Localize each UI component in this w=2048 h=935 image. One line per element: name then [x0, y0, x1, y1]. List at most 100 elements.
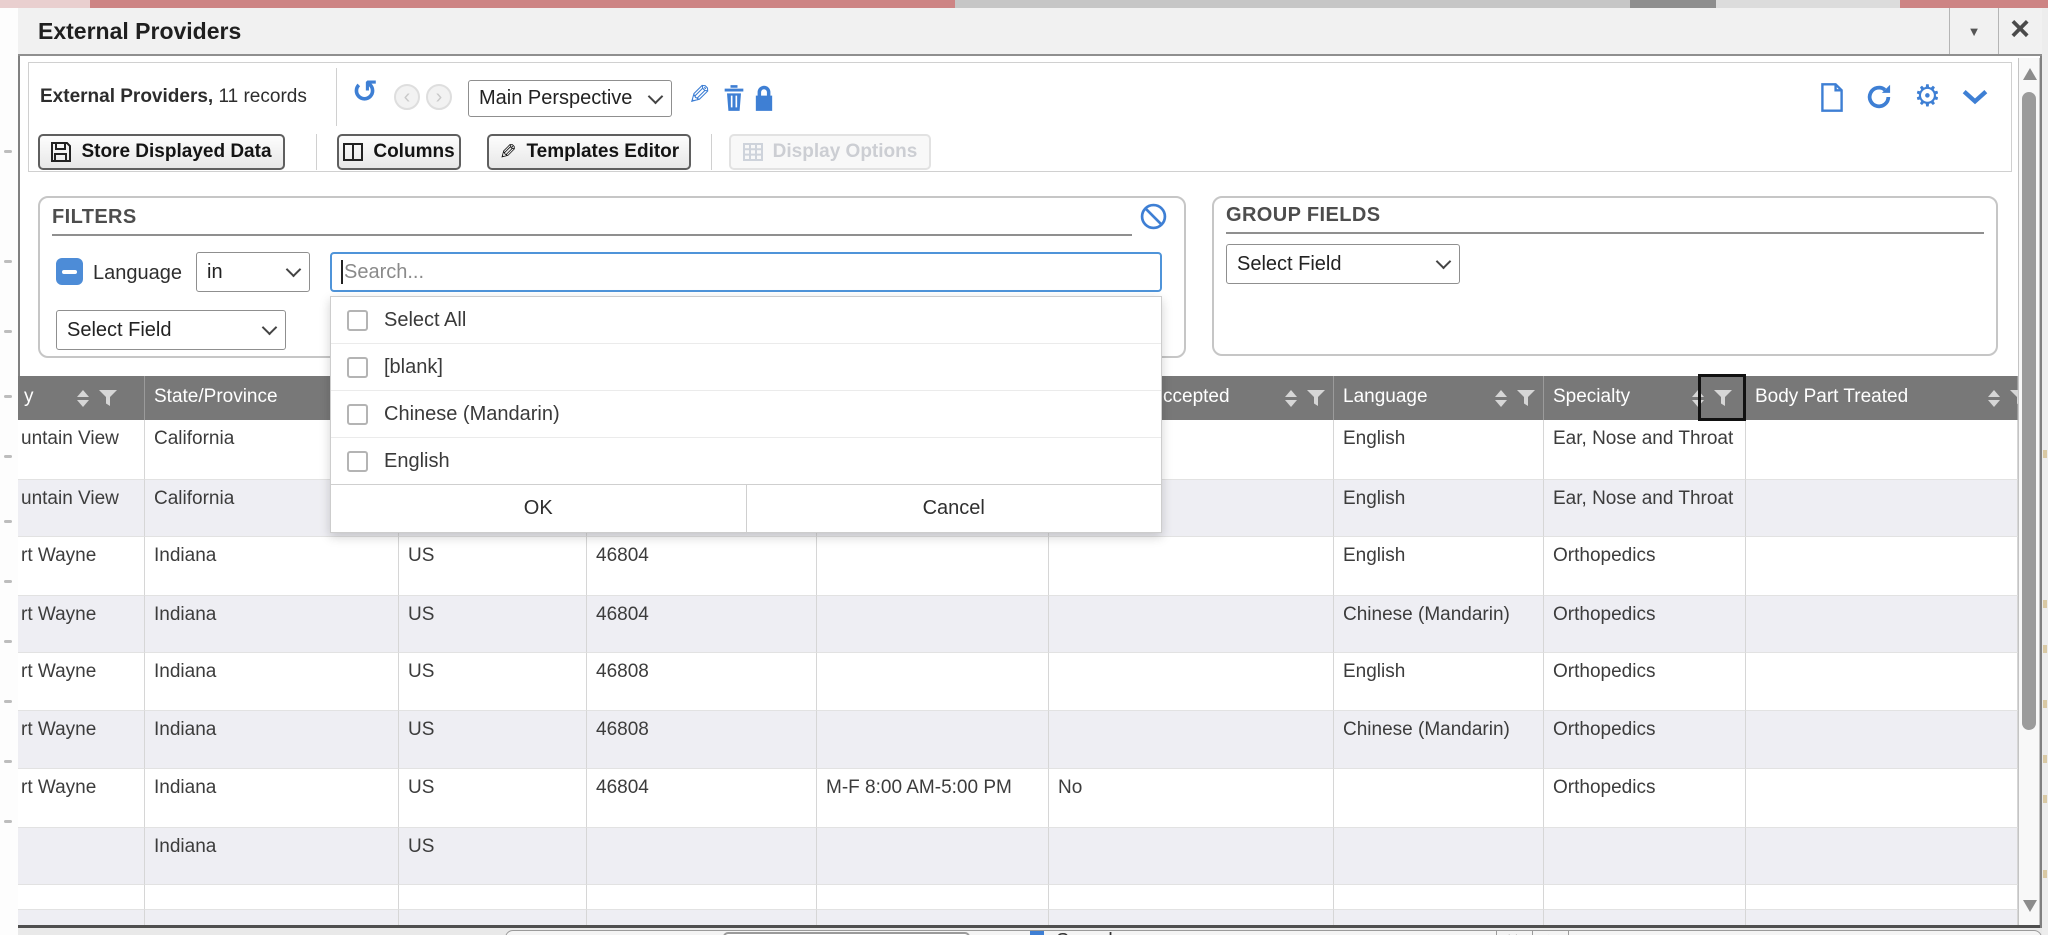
table-row[interactable]: IndianaUS — [18, 828, 2018, 885]
sort-icon[interactable] — [1988, 390, 2000, 407]
button-separator — [316, 134, 317, 170]
ok-button[interactable]: OK — [331, 485, 747, 532]
close-icon: × — [2010, 10, 2030, 49]
scrollbar-thumb[interactable] — [2022, 92, 2036, 730]
close-button[interactable]: × — [1999, 4, 2041, 54]
edit-perspective-icon[interactable]: ✎ — [688, 80, 711, 111]
refresh-icon[interactable] — [1865, 83, 1893, 111]
delete-perspective-icon[interactable] — [722, 84, 746, 112]
window-menu-button[interactable]: ▼ — [1950, 8, 1998, 54]
table-row[interactable] — [18, 885, 2018, 910]
table-cell — [1049, 828, 1334, 885]
footer-checkbox-icon[interactable] — [1030, 931, 1044, 935]
background-strip — [955, 0, 1630, 8]
background-strip — [1716, 0, 1900, 8]
background-scroll-mark — [2043, 645, 2047, 653]
footer-warning-icon[interactable]: △ — [1542, 930, 1554, 935]
add-filter-field-select[interactable]: Select Field — [56, 310, 286, 350]
filter-funnel-icon[interactable] — [98, 389, 118, 407]
table-cell — [1334, 885, 1544, 910]
table-cell: Indiana — [145, 537, 399, 596]
checkbox-icon[interactable] — [347, 310, 368, 331]
new-document-icon[interactable] — [1820, 83, 1844, 112]
table-cell — [1746, 828, 2018, 885]
sort-icon[interactable] — [1285, 390, 1297, 407]
background-strip — [90, 0, 955, 8]
table-cell: rt Wayne — [18, 711, 145, 769]
filter-funnel-icon[interactable] — [1516, 389, 1536, 407]
table-cell: English — [1334, 653, 1544, 711]
table-cell — [1746, 653, 2018, 711]
gear-icon[interactable]: ⚙ — [1914, 82, 1941, 112]
specialty-filter-focus-ring — [1698, 374, 1746, 421]
perspective-value: Main Perspective — [479, 87, 632, 110]
filter-funnel-icon[interactable] — [2009, 389, 2018, 407]
ok-label: OK — [524, 497, 553, 520]
scroll-up-icon[interactable] — [2023, 68, 2037, 80]
chevron-down-icon[interactable] — [1962, 89, 1988, 105]
filter-operator-select[interactable]: in — [196, 252, 310, 292]
column-header[interactable]: y — [18, 376, 145, 420]
table-row[interactable]: rt WayneIndianaUS46808Chinese (Mandarin)… — [18, 711, 2018, 769]
table-cell: Chinese (Mandarin) — [1334, 596, 1544, 653]
dropdown-option[interactable]: [blank] — [331, 344, 1161, 391]
filter-operator-value: in — [207, 261, 223, 284]
table-cell — [587, 885, 817, 910]
language-filter-label: Language — [93, 262, 182, 285]
column-header-label: ccepted — [1163, 386, 1230, 408]
column-header-label: y — [24, 386, 34, 408]
filter-funnel-icon[interactable] — [1306, 389, 1326, 407]
checkbox-icon[interactable] — [347, 404, 368, 425]
columns-button[interactable]: Columns — [337, 134, 461, 170]
group-field-value: Select Field — [1237, 253, 1342, 276]
templates-editor-button[interactable]: ✎ Templates Editor — [487, 134, 691, 170]
undo-icon[interactable]: ↺ — [352, 76, 378, 107]
dropdown-option[interactable]: Chinese (Mandarin) — [331, 391, 1161, 438]
records-rest: 11 records — [213, 86, 307, 107]
dialog-title: External Providers — [38, 18, 241, 45]
group-field-select[interactable]: Select Field — [1226, 244, 1460, 284]
table-cell — [817, 828, 1049, 885]
table-cell — [587, 828, 817, 885]
dropdown-option-label: Chinese (Mandarin) — [384, 403, 560, 426]
table-cell: Indiana — [145, 653, 399, 711]
column-header-label: Body Part Treated — [1755, 386, 1908, 408]
table-cell — [1544, 885, 1746, 910]
column-header[interactable]: Body Part Treated — [1746, 376, 2018, 420]
table-row[interactable]: rt WayneIndianaUS46804EnglishOrthopedics — [18, 537, 2018, 596]
sort-icon[interactable] — [1495, 390, 1507, 407]
table-cell — [1746, 596, 2018, 653]
scroll-down-icon[interactable] — [2023, 900, 2037, 912]
language-filter-checkbox[interactable] — [56, 258, 83, 285]
background-text-fragment — [4, 455, 12, 458]
background-text-fragment — [4, 260, 12, 263]
store-displayed-data-button[interactable]: Store Displayed Data — [38, 134, 285, 170]
column-header[interactable]: Language — [1334, 376, 1544, 420]
records-title: External Providers, — [40, 86, 213, 107]
dropdown-option[interactable]: Select All — [331, 297, 1161, 344]
footer-filter-clear-icon[interactable]: ✕ — [1506, 930, 1519, 935]
table-cell: Orthopedics — [1544, 769, 1746, 828]
clear-filters-icon[interactable] — [1140, 203, 1167, 230]
lock-icon[interactable] — [752, 84, 776, 112]
cancel-button[interactable]: Cancel — [747, 485, 1162, 532]
table-row[interactable]: rt WayneIndianaUS46804M-F 8:00 AM-5:00 P… — [18, 769, 2018, 828]
background-text-fragment — [4, 520, 12, 523]
header-icons — [1495, 376, 1536, 420]
sort-icon[interactable] — [77, 390, 89, 407]
table-row[interactable]: rt WayneIndianaUS46804Chinese (Mandarin)… — [18, 596, 2018, 653]
dropdown-option[interactable]: English — [331, 438, 1161, 485]
background-text-fragment — [4, 760, 12, 763]
toolbar-panel — [28, 62, 2012, 172]
checkbox-icon[interactable] — [347, 357, 368, 378]
table-cell — [1746, 537, 2018, 596]
table-cell: M-F 8:00 AM-5:00 PM — [817, 769, 1049, 828]
perspective-select[interactable]: Main Perspective — [468, 80, 672, 117]
table-cell — [1049, 653, 1334, 711]
checkbox-icon[interactable] — [347, 451, 368, 472]
table-row[interactable]: rt WayneIndianaUS46808EnglishOrthopedics — [18, 653, 2018, 711]
columns-label: Columns — [373, 141, 454, 163]
templates-editor-label: Templates Editor — [526, 141, 679, 163]
table-cell: untain View — [18, 420, 145, 480]
filter-search-input[interactable]: Search... — [330, 252, 1162, 292]
